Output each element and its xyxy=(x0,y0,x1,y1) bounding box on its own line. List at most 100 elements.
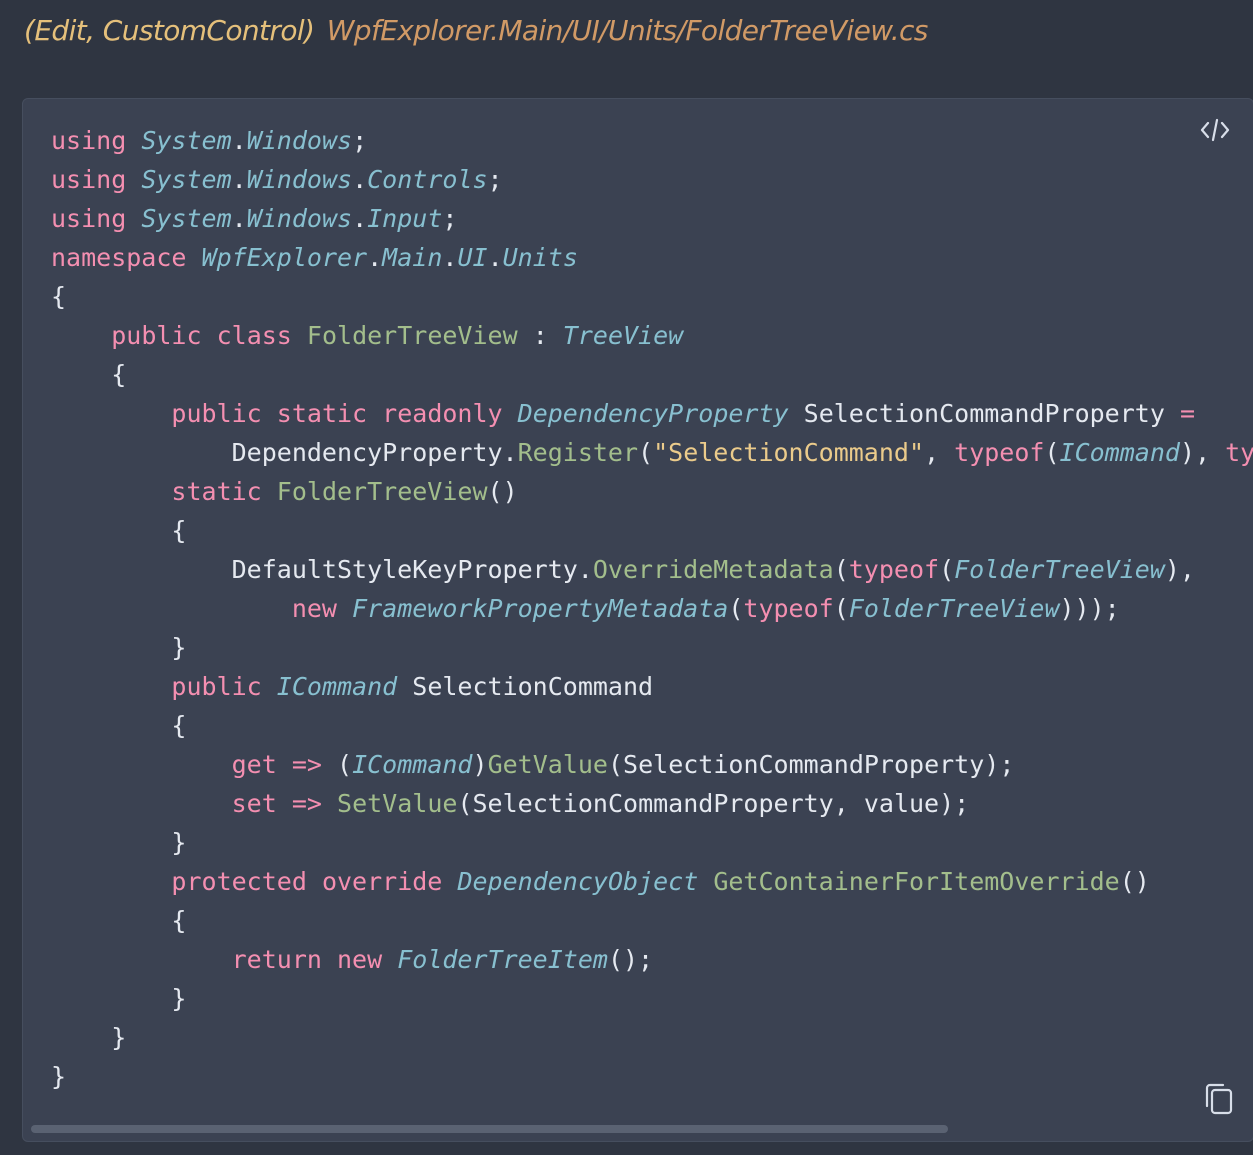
type-token: Windows xyxy=(246,165,353,194)
code-block: using System.Windows; using System.Window… xyxy=(22,98,1253,1142)
punctuation-token: { xyxy=(111,360,127,389)
code-line: namespace WpfExplorer.Main.UI.Units xyxy=(51,238,1253,277)
keyword-token: using xyxy=(51,165,127,194)
copy-button[interactable] xyxy=(1199,1079,1239,1119)
code-brackets-icon xyxy=(1200,118,1230,142)
keyword-token: = xyxy=(1179,399,1195,428)
punctuation-token: . xyxy=(442,243,458,272)
keyword-token: get xyxy=(231,750,277,779)
code-line: DependencyProperty.Register("SelectionCo… xyxy=(51,433,1253,472)
punctuation-token: . xyxy=(231,126,247,155)
punctuation-token: { xyxy=(51,282,67,311)
view-code-button[interactable] xyxy=(1195,113,1235,147)
keyword-token: typeof xyxy=(848,555,940,584)
code-line: get => (ICommand)GetValue(SelectionComma… xyxy=(51,745,1253,784)
punctuation-token: () xyxy=(1119,867,1150,896)
type-token: FolderTreeView xyxy=(848,594,1060,623)
function-token: GetValue xyxy=(487,750,608,779)
punctuation-token: . xyxy=(231,165,247,194)
punctuation-token: . xyxy=(487,243,503,272)
punctuation-token: ; xyxy=(442,204,458,233)
function-token: SetValue xyxy=(337,789,458,818)
punctuation-token: ; xyxy=(487,165,503,194)
punctuation-token: ))); xyxy=(1059,594,1120,623)
punctuation-token: } xyxy=(171,633,187,662)
horizontal-scrollbar[interactable] xyxy=(31,1125,1245,1133)
punctuation-token: ( xyxy=(1044,438,1060,467)
type-token: WpfExplorer xyxy=(201,243,368,272)
punctuation-token: { xyxy=(171,711,187,740)
punctuation-token: . xyxy=(352,165,368,194)
type-token: ICommand xyxy=(352,750,473,779)
function-token: FolderTreeView xyxy=(276,477,488,506)
code-line: { xyxy=(51,355,1253,394)
function-token: Register xyxy=(517,438,639,467)
type-token: FolderTreeView xyxy=(954,555,1165,584)
code-line: public ICommand SelectionCommand xyxy=(51,667,1253,706)
code-line: new FrameworkPropertyMetadata(typeof(Fol… xyxy=(51,589,1253,628)
type-token: ICommand xyxy=(276,672,398,701)
type-token: Windows xyxy=(246,126,353,155)
code-content: using System.Windows; using System.Window… xyxy=(51,121,1253,1096)
punctuation-token: () xyxy=(487,477,518,506)
code-line: } xyxy=(51,628,1253,667)
code-line: { xyxy=(51,277,1253,316)
keyword-token: using xyxy=(51,204,127,233)
keyword-token: protected xyxy=(171,867,307,896)
punctuation-token: ; xyxy=(352,126,368,155)
code-line: return new FolderTreeItem(); xyxy=(51,940,1253,979)
code-line: { xyxy=(51,901,1253,940)
punctuation-token: { xyxy=(171,906,187,935)
punctuation-token: ); xyxy=(939,789,970,818)
type-token: Units xyxy=(502,243,578,272)
function-token: OverrideMetadata xyxy=(592,555,834,584)
type-token: TreeView xyxy=(562,321,684,350)
punctuation-token: ( xyxy=(607,750,624,779)
scrollbar-thumb[interactable] xyxy=(31,1125,948,1133)
file-title: (Edit, CustomControl) WpfExplorer.Main/U… xyxy=(24,14,928,47)
punctuation-token: , xyxy=(833,789,864,818)
type-token: DependencyObject xyxy=(457,867,699,896)
type-token: FolderTreeItem xyxy=(397,945,608,974)
punctuation-token: ), xyxy=(1179,438,1226,467)
code-scroll-area[interactable]: using System.Windows; using System.Window… xyxy=(23,99,1253,1121)
file-path-label: WpfExplorer.Main/UI/Units/FolderTreeView… xyxy=(326,14,929,47)
keyword-token: new xyxy=(291,594,337,623)
punctuation-token: } xyxy=(171,984,187,1013)
keyword-token: new xyxy=(337,945,383,974)
plain-token: SelectionCommandProperty xyxy=(472,789,834,818)
punctuation-token: . xyxy=(502,438,518,467)
keyword-token: public xyxy=(171,399,262,428)
plain-token: DependencyProperty xyxy=(51,438,503,467)
type-token: Controls xyxy=(367,165,488,194)
code-line: } xyxy=(51,1057,1253,1096)
type-token: System xyxy=(141,126,232,155)
type-token: Input xyxy=(367,204,443,233)
punctuation-token: ( xyxy=(457,789,473,818)
punctuation-token: } xyxy=(111,1023,127,1052)
punctuation-token: ( xyxy=(337,750,353,779)
